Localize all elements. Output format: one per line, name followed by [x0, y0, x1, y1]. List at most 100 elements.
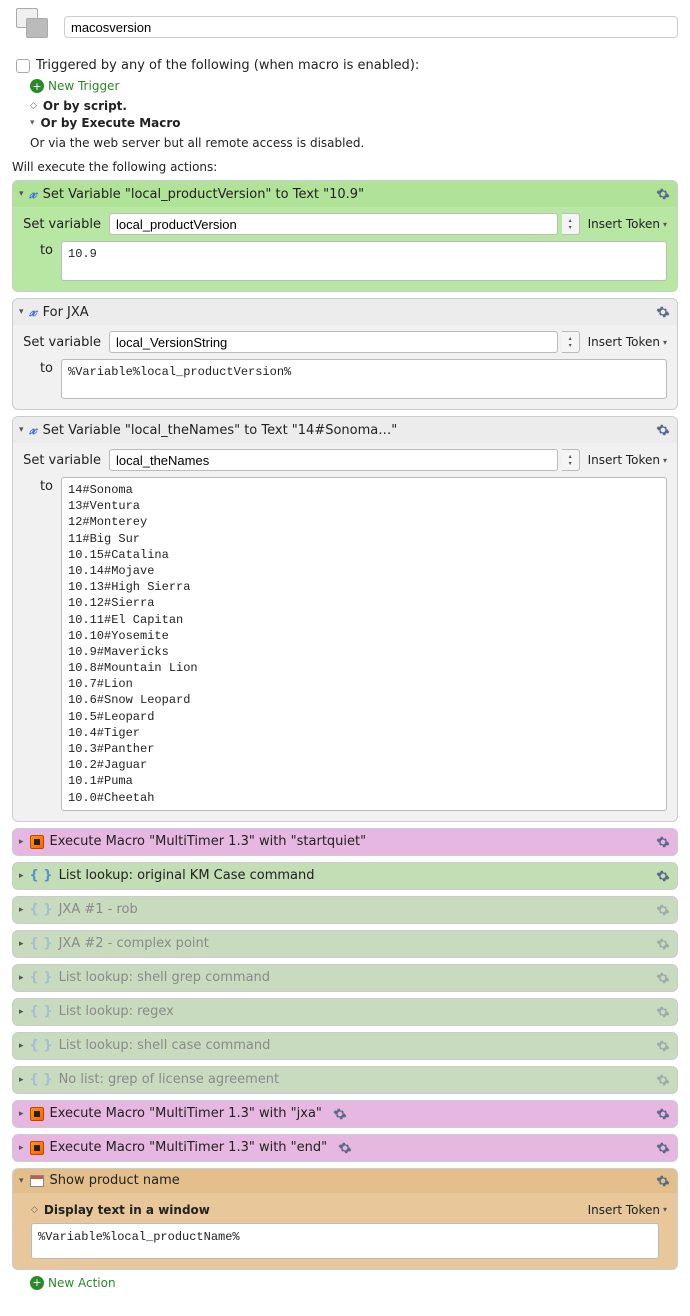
action-list-lookup-shell-grep[interactable]: ▸ { } List lookup: shell grep command [12, 964, 678, 992]
gear-icon[interactable] [655, 902, 671, 918]
action-title: Show product name [50, 1173, 180, 1188]
gear-icon[interactable] [655, 868, 671, 884]
action-title: Execute Macro "MultiTimer 1.3" with "end… [50, 1140, 328, 1155]
gear-icon[interactable] [655, 1004, 671, 1020]
diamond-icon: ◇ [30, 101, 37, 111]
execute-label: Will execute the following actions: [12, 160, 678, 174]
to-label: to [23, 477, 53, 494]
action-title: JXA #2 - complex point [59, 936, 209, 951]
gear-icon[interactable] [655, 1140, 671, 1156]
action-title: Set Variable "local_theNames" to Text "1… [43, 423, 398, 438]
action-set-variable-names[interactable]: ▾ 𝓍 Set Variable "local_theNames" to Tex… [12, 416, 678, 822]
action-title: Set Variable "local_productVersion" to T… [43, 187, 364, 202]
brace-icon: { } [30, 1004, 53, 1019]
action-show-product-name[interactable]: ▾ Show product name ◇ Display text in a … [12, 1168, 678, 1270]
to-label: to [23, 241, 53, 258]
or-script-label[interactable]: Or by script. [43, 99, 127, 113]
variable-name-input[interactable] [109, 331, 558, 353]
action-set-variable-1[interactable]: ▾ 𝓍 Set Variable "local_productVersion" … [12, 180, 678, 292]
action-title: List lookup: shell grep command [59, 970, 270, 985]
gear-icon[interactable] [655, 186, 671, 202]
brace-icon: { } [30, 868, 53, 883]
gear-icon[interactable] [332, 1106, 348, 1122]
macro-name-input[interactable] [64, 16, 678, 38]
disclosure-icon[interactable]: ▸ [19, 837, 24, 847]
action-execute-macro-jxa[interactable]: ▸ Execute Macro "MultiTimer 1.3" with "j… [12, 1100, 678, 1128]
gear-icon[interactable] [655, 304, 671, 320]
triggered-label: Triggered by any of the following (when … [36, 58, 419, 73]
disclosure-icon[interactable]: ▸ [19, 905, 24, 915]
disclosure-icon[interactable]: ▾ [19, 1176, 24, 1186]
action-title: For JXA [43, 305, 89, 320]
gear-icon[interactable] [655, 1072, 671, 1088]
action-jxa-1[interactable]: ▸ { } JXA #1 - rob [12, 896, 678, 924]
plus-icon: + [30, 79, 44, 93]
set-variable-label: Set variable [23, 217, 101, 232]
gear-icon[interactable] [337, 1140, 353, 1156]
brace-icon: { } [30, 936, 53, 951]
disclosure-icon[interactable]: ▾ [19, 307, 24, 317]
diamond-icon: ◇ [31, 1205, 38, 1215]
gear-icon[interactable] [655, 1038, 671, 1054]
variable-name-input[interactable] [109, 449, 558, 471]
action-title: List lookup: original KM Case command [59, 868, 315, 883]
action-jxa-2[interactable]: ▸ { } JXA #2 - complex point [12, 930, 678, 958]
action-title: JXA #1 - rob [59, 902, 138, 917]
display-text-input[interactable]: %Variable%local_productName% [31, 1223, 659, 1259]
disclosure-icon[interactable]: ▸ [19, 1109, 24, 1119]
macro-icon [30, 1141, 44, 1155]
insert-token-button[interactable]: Insert Token▾ [588, 453, 667, 467]
plus-icon: + [30, 1276, 44, 1290]
action-list-lookup-km-case[interactable]: ▸ { } List lookup: original KM Case comm… [12, 862, 678, 890]
action-title: Execute Macro "MultiTimer 1.3" with "sta… [50, 834, 367, 849]
triggered-checkbox[interactable] [16, 59, 30, 73]
disclosure-icon[interactable]: ▸ [19, 871, 24, 881]
gear-icon[interactable] [655, 970, 671, 986]
disclosure-icon[interactable]: ▸ [19, 1007, 24, 1017]
disclosure-icon[interactable]: ▸ [19, 939, 24, 949]
action-for-jxa[interactable]: ▾ 𝓍 For JXA Set variable ▴▾ Insert Token… [12, 298, 678, 410]
variable-icon: 𝓍 [30, 185, 37, 203]
action-no-list-grep-license[interactable]: ▸ { } No list: grep of license agreement [12, 1066, 678, 1094]
action-title: List lookup: shell case command [59, 1038, 271, 1053]
variable-value-input[interactable]: %Variable%local_productVersion% [61, 359, 667, 399]
action-execute-macro-end[interactable]: ▸ Execute Macro "MultiTimer 1.3" with "e… [12, 1134, 678, 1162]
insert-token-button[interactable]: Insert Token▾ [588, 335, 667, 349]
dropdown-caret-icon[interactable]: ▴▾ [562, 331, 580, 353]
action-list-lookup-shell-case[interactable]: ▸ { } List lookup: shell case command [12, 1032, 678, 1060]
variable-icon: 𝓍 [30, 421, 37, 439]
gear-icon[interactable] [655, 936, 671, 952]
window-icon [30, 1175, 44, 1187]
gear-icon[interactable] [655, 1106, 671, 1122]
insert-token-button[interactable]: Insert Token▾ [588, 217, 667, 231]
dropdown-caret-icon[interactable]: ▴▾ [562, 449, 580, 471]
disclosure-icon[interactable]: ▸ [19, 1075, 24, 1085]
dropdown-caret-icon[interactable]: ▴▾ [562, 213, 580, 235]
gear-icon[interactable] [655, 834, 671, 850]
brace-icon: { } [30, 1072, 53, 1087]
or-execute-label[interactable]: Or by Execute Macro [41, 116, 181, 130]
macro-icon [30, 1107, 44, 1121]
disclosure-icon[interactable]: ▾ [19, 189, 24, 199]
chevron-down-icon[interactable]: ▾ [30, 118, 35, 128]
set-variable-label: Set variable [23, 335, 101, 350]
action-execute-macro-startquiet[interactable]: ▸ Execute Macro "MultiTimer 1.3" with "s… [12, 828, 678, 856]
disclosure-icon[interactable]: ▾ [19, 425, 24, 435]
gear-icon[interactable] [655, 1173, 671, 1189]
display-mode-label[interactable]: Display text in a window [44, 1203, 210, 1217]
variable-value-input[interactable]: 14#Sonoma 13#Ventura 12#Monterey 11#Big … [61, 477, 667, 811]
insert-token-button[interactable]: Insert Token▾ [588, 1203, 667, 1217]
variable-name-input[interactable] [109, 213, 558, 235]
new-action-button[interactable]: + New Action [30, 1276, 678, 1290]
macro-icon [30, 835, 44, 849]
action-title: Execute Macro "MultiTimer 1.3" with "jxa… [50, 1106, 322, 1121]
disclosure-icon[interactable]: ▸ [19, 1041, 24, 1051]
gear-icon[interactable] [655, 422, 671, 438]
disclosure-icon[interactable]: ▸ [19, 973, 24, 983]
action-list-lookup-regex[interactable]: ▸ { } List lookup: regex [12, 998, 678, 1026]
variable-value-input[interactable]: 10.9 [61, 241, 667, 281]
disclosure-icon[interactable]: ▸ [19, 1143, 24, 1153]
brace-icon: { } [30, 902, 53, 917]
action-title: List lookup: regex [59, 1004, 174, 1019]
new-trigger-button[interactable]: + New Trigger [30, 79, 678, 93]
